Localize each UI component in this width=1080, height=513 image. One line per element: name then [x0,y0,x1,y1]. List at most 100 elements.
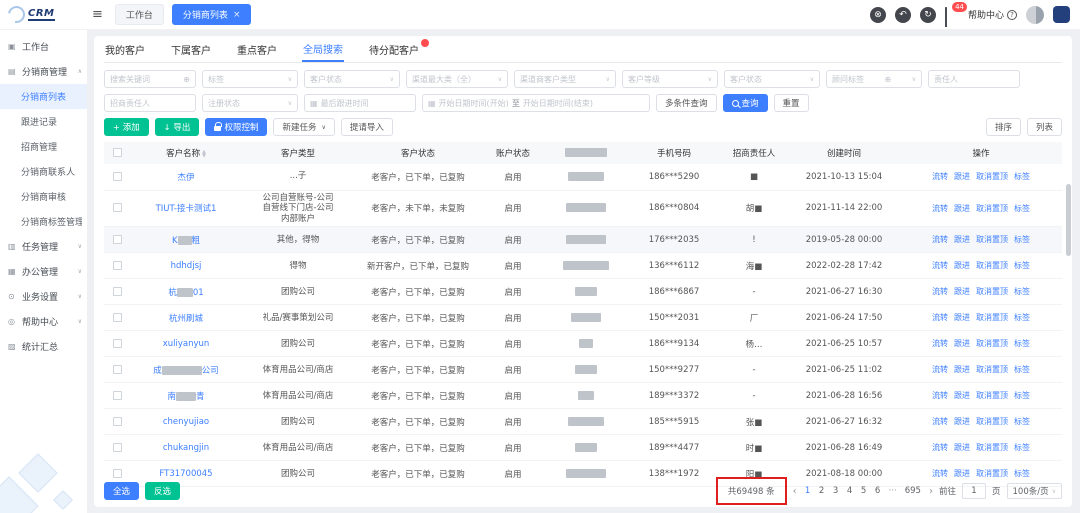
row-action-unpin[interactable]: 取消置顶 [976,469,1008,478]
row-checkbox[interactable] [113,261,122,270]
row-action-follow-up[interactable]: 跟进 [954,391,970,400]
customer-name-link[interactable]: 青 [196,392,205,402]
row-action-unpin[interactable]: 取消置顶 [976,313,1008,322]
page-number-5[interactable]: 5 [859,486,869,496]
row-action-unpin[interactable]: 取消置顶 [976,443,1008,452]
customer-name-link[interactable]: K [172,236,178,246]
row-action-follow-up[interactable]: 跟进 [954,339,970,348]
row-action-follow-up[interactable]: 跟进 [954,287,970,296]
row-action-unpin[interactable]: 取消置顶 [976,391,1008,400]
row-action-unpin[interactable]: 取消置顶 [976,235,1008,244]
filter-select-channel-customer-type[interactable]: 渠道商客户类型∨ [514,70,616,88]
customer-name-link[interactable]: 粗 [192,236,201,246]
column-header-name[interactable]: 客户名称▲▼ [130,142,242,164]
row-action-unpin[interactable]: 取消置顶 [976,287,1008,296]
row-action-tag[interactable]: 标签 [1014,339,1030,348]
row-checkbox[interactable] [113,391,122,400]
sidebar-item-help-center[interactable]: ◎帮助中心∨ [0,309,87,334]
row-action-transfer[interactable]: 流转 [932,417,948,426]
user-menu-button[interactable] [1053,6,1070,23]
row-action-follow-up[interactable]: 跟进 [954,469,970,478]
customer-name-link[interactable]: 公司 [202,366,219,376]
page-number-6[interactable]: 6 [873,486,883,496]
row-checkbox[interactable] [113,417,122,426]
row-action-unpin[interactable]: 取消置顶 [976,339,1008,348]
permission-button[interactable]: 权限控制 [205,118,267,136]
row-checkbox[interactable] [113,287,122,296]
row-action-tag[interactable]: 标签 [1014,287,1030,296]
row-action-transfer[interactable]: 流转 [932,313,948,322]
next-page-button[interactable]: › [929,486,933,497]
page-number-3[interactable]: 3 [831,486,841,496]
row-action-follow-up[interactable]: 跟进 [954,443,970,452]
row-action-tag[interactable]: 标签 [1014,469,1030,478]
sidebar-item-business-settings[interactable]: ⊙业务设置∨ [0,284,87,309]
customer-name-link[interactable]: 01 [193,288,204,298]
row-action-transfer[interactable]: 流转 [932,204,948,213]
row-action-follow-up[interactable]: 跟进 [954,204,970,213]
prev-page-button[interactable]: ‹ [793,486,797,497]
page-number-1[interactable]: 1 [803,486,813,496]
menu-toggle-icon[interactable]: ≡ [92,7,103,22]
row-action-unpin[interactable]: 取消置顶 [976,172,1008,181]
help-center-link[interactable]: 帮助中心 ? [968,8,1017,21]
sidebar-item-investment-management[interactable]: 招商管理 [0,134,87,159]
date-input-last-follow-time[interactable]: ▦最后跟进时间 [304,94,416,112]
row-action-tag[interactable]: 标签 [1014,172,1030,181]
distributor-list-tab[interactable]: 分销商列表× [172,4,252,25]
invert-selection-button[interactable]: 反选 [145,482,180,500]
row-checkbox[interactable] [113,235,122,244]
row-checkbox[interactable] [113,469,122,478]
row-action-follow-up[interactable]: 跟进 [954,313,970,322]
list-button[interactable]: 列表 [1027,118,1062,136]
sort-icon[interactable]: ▲▼ [202,150,206,158]
refresh-icon[interactable]: ↻ [920,7,936,23]
filter-select-customer-status-2[interactable]: 客户状态∨ [724,70,820,88]
customer-name-link[interactable]: FT31700045 [159,469,212,479]
row-action-transfer[interactable]: 流转 [932,287,948,296]
select-all-button[interactable]: 全选 [104,482,139,500]
row-action-tag[interactable]: 标签 [1014,235,1030,244]
row-action-tag[interactable]: 标签 [1014,365,1030,374]
row-action-tag[interactable]: 标签 [1014,313,1030,322]
sidebar-item-workbench[interactable]: ▣工作台 [0,34,87,59]
filter-select-customer-status[interactable]: 客户状态∨ [304,70,400,88]
page-number-2[interactable]: 2 [817,486,827,496]
search-button[interactable]: 查询 [723,94,768,112]
filter-select-register-status[interactable]: 注册状态∨ [202,94,298,112]
row-checkbox[interactable] [113,172,122,181]
back-icon[interactable]: ↶ [895,7,911,23]
row-action-follow-up[interactable]: 跟进 [954,235,970,244]
sidebar-item-distributor-tag-management[interactable]: 分销商标签管理 [0,209,87,234]
multi-condition-button[interactable]: 多条件查询 [656,94,717,112]
row-action-tag[interactable]: 标签 [1014,204,1030,213]
customer-name-link[interactable]: hdhdjsj [171,261,202,271]
customer-name-link[interactable]: 杰伊 [177,173,194,183]
customer-name-link[interactable]: 杭 [168,288,177,298]
sidebar-item-office-management[interactable]: ▦办公管理∨ [0,259,87,284]
filter-input-owner[interactable]: 责任人 [928,70,1020,88]
row-action-tag[interactable]: 标签 [1014,443,1030,452]
filter-select-tag[interactable]: 标签∨ [202,70,298,88]
select-all-checkbox[interactable] [113,148,122,157]
row-checkbox[interactable] [113,313,122,322]
date-range-input-start-date-range[interactable]: ▦开始日期时间(开始)至开始日期时间(结束) [422,94,650,112]
sort-button[interactable]: 排序 [986,118,1021,136]
table-scrollbar[interactable] [1066,156,1071,486]
import-button[interactable]: 提请导入 [341,118,393,136]
page-size-select[interactable]: 100条/页 ∨ [1007,483,1063,499]
customer-name-link[interactable]: 杭州刷城 [169,314,203,324]
notifications-bell-icon[interactable]: 44 [945,8,959,22]
row-action-follow-up[interactable]: 跟进 [954,261,970,270]
tab-subordinate-customers[interactable]: 下属客户 [170,36,212,62]
tab-key-customers[interactable]: 重点客户 [236,36,278,62]
customer-name-link[interactable]: chukangjin [163,443,209,453]
row-action-unpin[interactable]: 取消置顶 [976,261,1008,270]
row-action-transfer[interactable]: 流转 [932,391,948,400]
tab-my-customers[interactable]: 我的客户 [104,36,146,62]
filter-select-advisor-tag[interactable]: 顾问标签⊕∨ [826,70,922,88]
close-tab-icon[interactable]: × [233,10,241,20]
filter-input-investment-owner[interactable]: 招商责任人 [104,94,196,112]
row-action-unpin[interactable]: 取消置顶 [976,417,1008,426]
sidebar-item-statistics[interactable]: ▨统计汇总 [0,334,87,359]
